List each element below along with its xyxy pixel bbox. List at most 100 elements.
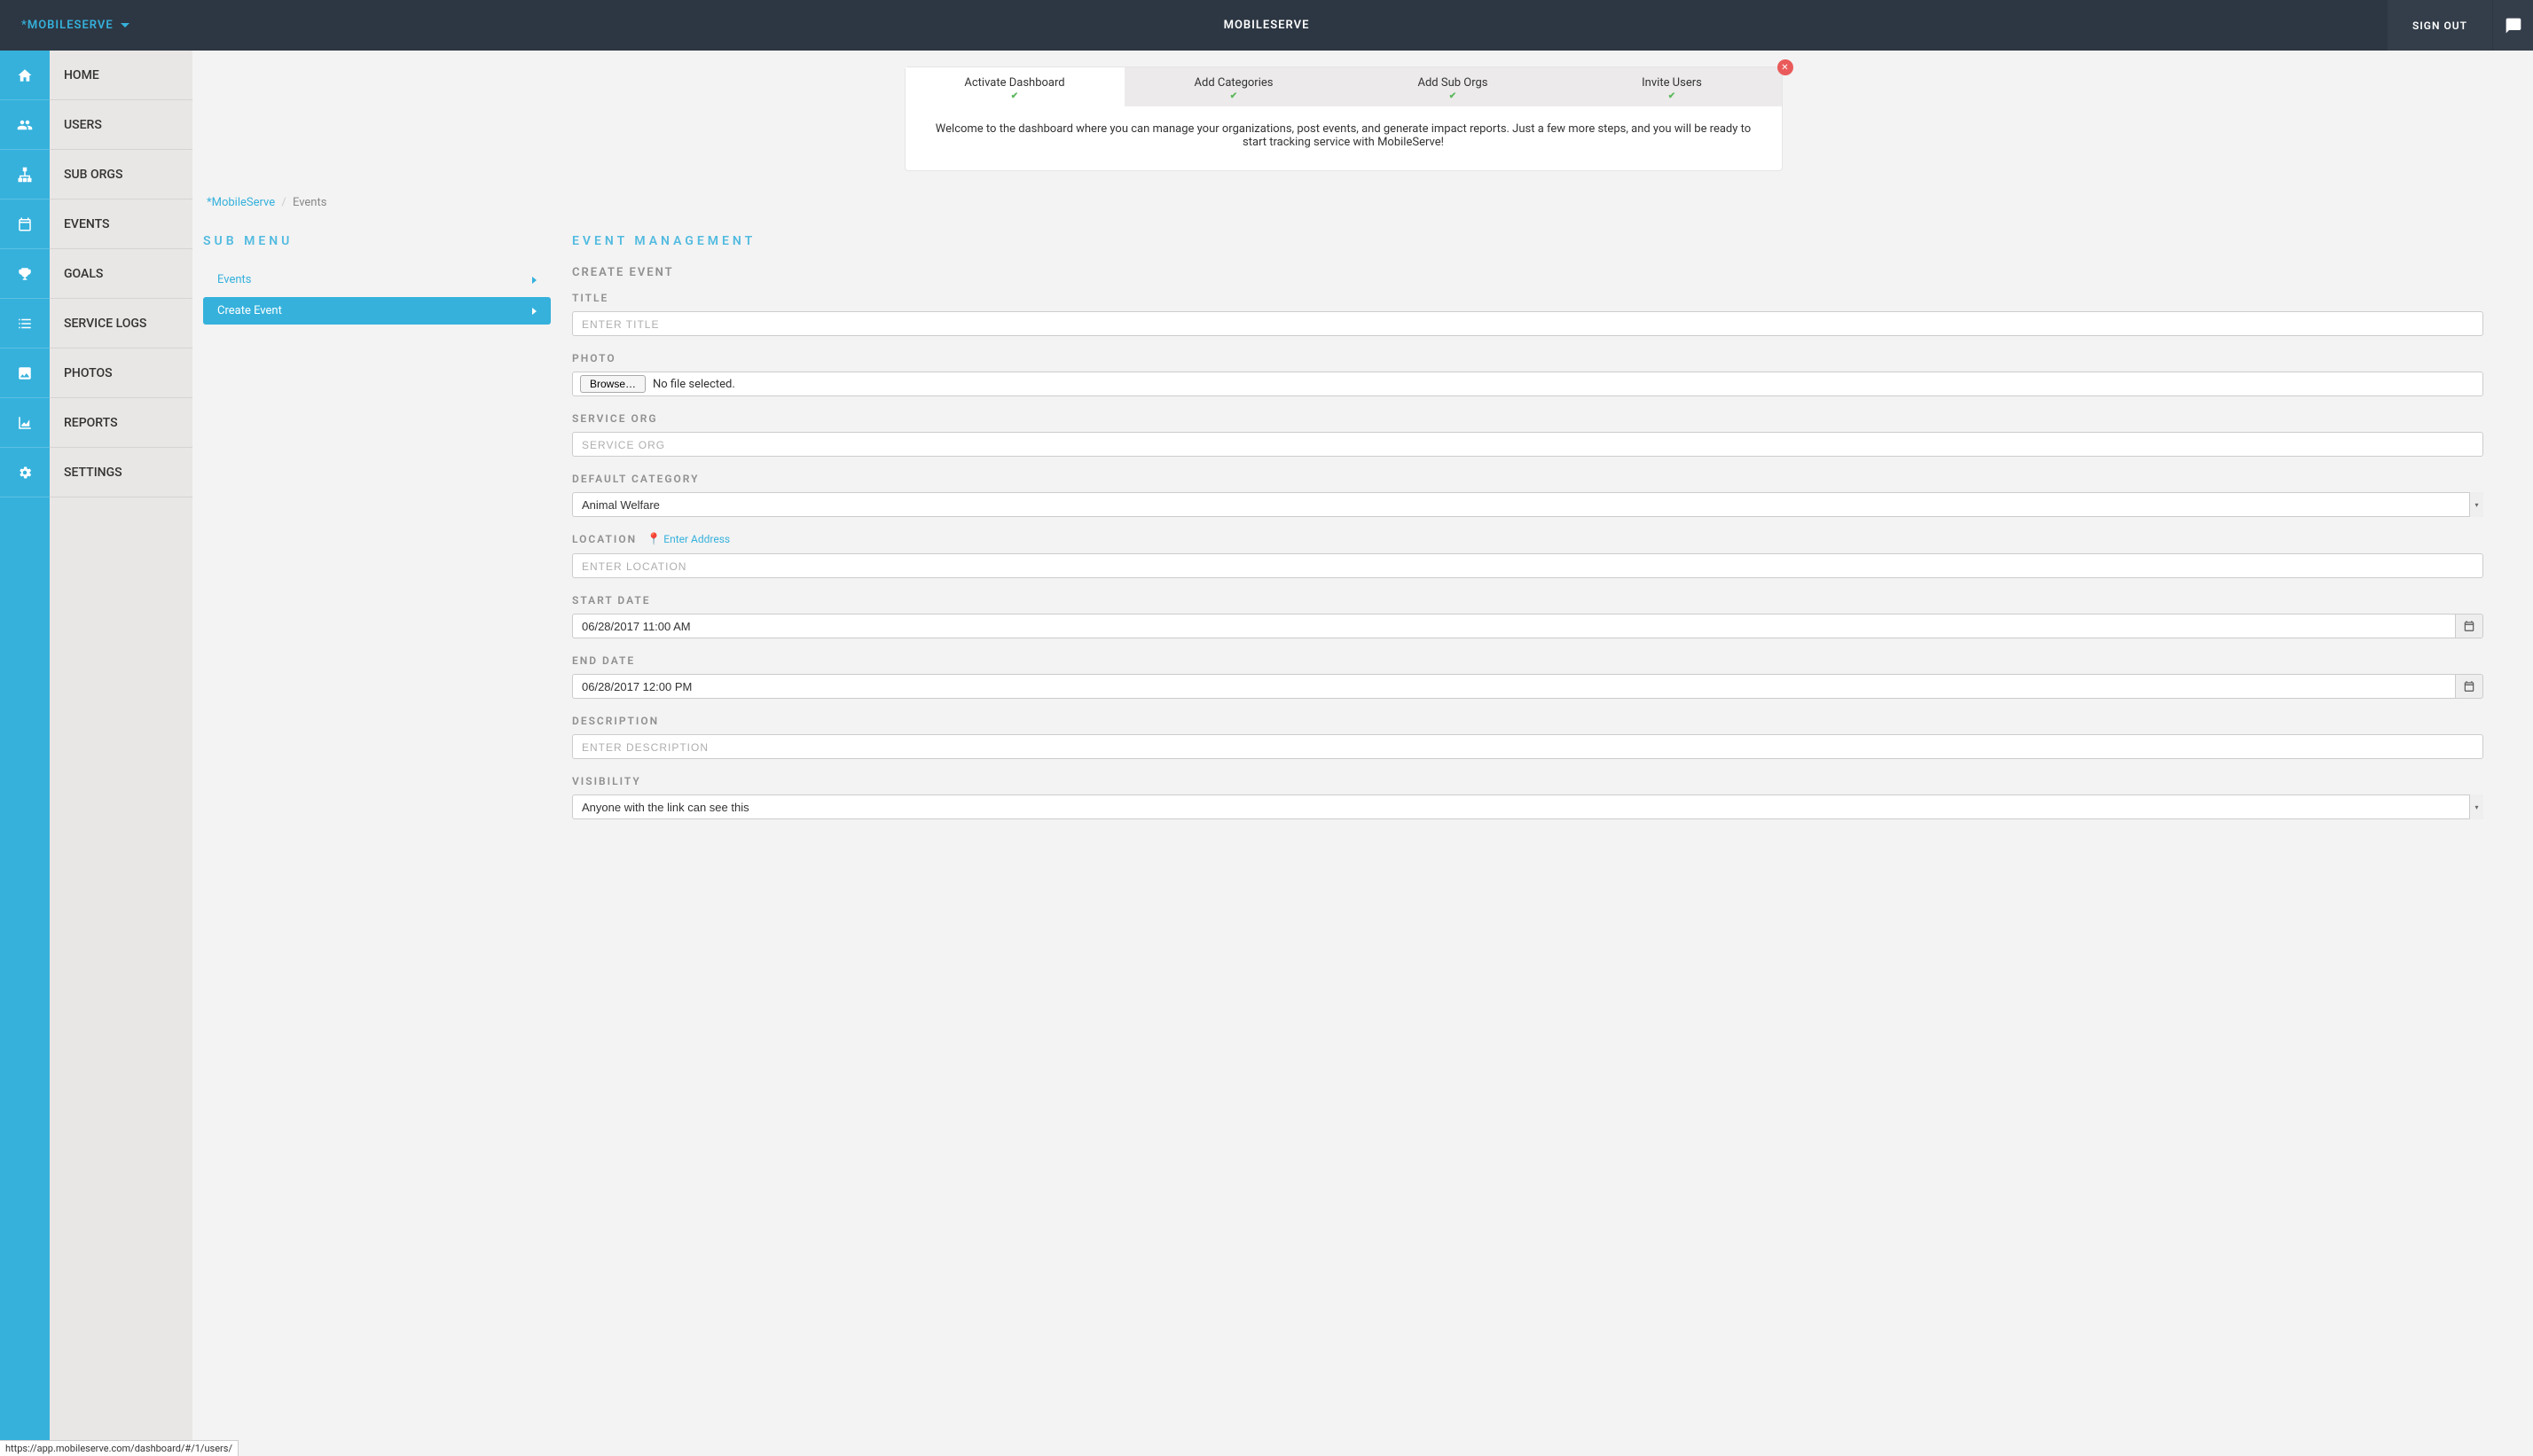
setup-card: ✕ Activate Dashboard ✔ Add Categories ✔ …: [905, 67, 1783, 171]
form-subtitle: CREATE EVENT: [572, 266, 2483, 279]
setup-tab-activate[interactable]: Activate Dashboard ✔: [906, 67, 1125, 106]
setup-tab-invite[interactable]: Invite Users ✔: [1563, 67, 1782, 106]
iconrail-photos[interactable]: [0, 348, 50, 398]
setup-tab-label: Activate Dashboard: [906, 76, 1125, 90]
default-category-label: DEFAULT CATEGORY: [572, 473, 2483, 485]
chat-icon: [2505, 17, 2522, 35]
sidebar-item-label: GOALS: [64, 267, 103, 281]
gear-icon: [17, 465, 33, 481]
chat-button[interactable]: [2492, 0, 2533, 51]
visibility-select[interactable]: Anyone with the link can see this: [572, 795, 2483, 819]
list-icon: [17, 316, 33, 332]
calendar-icon: [2463, 620, 2475, 632]
enter-address-link[interactable]: 📍 Enter Address: [647, 533, 730, 545]
form-area: EVENT MANAGEMENT CREATE EVENT TITLE PHOT…: [572, 234, 2483, 835]
description-label: DESCRIPTION: [572, 715, 2483, 727]
setup-tab-label: Add Sub Orgs: [1344, 76, 1563, 90]
breadcrumb-sep: /: [281, 196, 286, 209]
trophy-icon: [17, 266, 33, 282]
sidebar-item-photos[interactable]: PHOTOS: [50, 348, 192, 398]
sidebar-item-servicelogs[interactable]: SERVICE LOGS: [50, 299, 192, 348]
file-status: No file selected.: [653, 378, 735, 391]
setup-tab-suborgs[interactable]: Add Sub Orgs ✔: [1344, 67, 1563, 106]
icon-rail: [0, 51, 50, 1456]
sidebar-item-label: HOME: [64, 68, 99, 82]
sidebar-item-label: SUB ORGS: [64, 168, 122, 182]
check-icon: ✔: [1344, 91, 1563, 101]
home-icon: [17, 67, 33, 83]
end-date-input[interactable]: [572, 674, 2455, 699]
calendar-icon: [17, 216, 33, 232]
content-area: ✕ Activate Dashboard ✔ Add Categories ✔ …: [192, 51, 2533, 1456]
start-date-input[interactable]: [572, 614, 2455, 638]
close-icon: ✕: [1781, 63, 1788, 73]
setup-body-text: Welcome to the dashboard where you can m…: [906, 106, 1782, 170]
status-bar: https://app.mobileserve.com/dashboard/#/…: [0, 1440, 239, 1456]
form-heading: EVENT MANAGEMENT: [572, 234, 2483, 248]
title-input[interactable]: [572, 311, 2483, 336]
sidebar-item-events[interactable]: EVENTS: [50, 200, 192, 249]
sidebar-item-reports[interactable]: REPORTS: [50, 398, 192, 448]
iconrail-suborgs[interactable]: [0, 150, 50, 200]
sidebar-item-label: PHOTOS: [64, 366, 113, 380]
sidebar-item-label: USERS: [64, 118, 102, 132]
chevron-right-icon: [532, 277, 537, 284]
sidebar-item-goals[interactable]: GOALS: [50, 249, 192, 299]
end-date-label: END DATE: [572, 654, 2483, 667]
sign-out-button[interactable]: SIGN OUT: [2388, 0, 2492, 51]
close-setup-button[interactable]: ✕: [1777, 59, 1793, 75]
org-dropdown[interactable]: *MOBILESERVE: [21, 19, 129, 32]
sidebar-item-settings[interactable]: SETTINGS: [50, 448, 192, 497]
start-date-label: START DATE: [572, 594, 2483, 607]
submenu-heading: SUB MENU: [203, 234, 551, 248]
breadcrumb-current: Events: [293, 196, 326, 209]
submenu-item-label: Create Event: [217, 304, 282, 317]
sidebar-item-suborgs[interactable]: SUB ORGS: [50, 150, 192, 200]
sidebar: HOME USERS SUB ORGS EVENTS GOALS SERVICE…: [50, 51, 192, 1456]
location-label: LOCATION 📍 Enter Address: [572, 533, 2483, 546]
caret-down-icon: [121, 23, 129, 27]
iconrail-goals[interactable]: [0, 249, 50, 299]
description-input[interactable]: [572, 734, 2483, 759]
sidebar-item-home[interactable]: HOME: [50, 51, 192, 100]
browse-button[interactable]: Browse…: [580, 375, 646, 393]
check-icon: ✔: [1563, 91, 1782, 101]
chevron-right-icon: [532, 308, 537, 315]
breadcrumb-root[interactable]: *MobileServe: [207, 196, 275, 209]
service-org-label: SERVICE ORG: [572, 412, 2483, 425]
end-date-picker-button[interactable]: [2455, 674, 2483, 699]
calendar-icon: [2463, 680, 2475, 693]
iconrail-home[interactable]: [0, 51, 50, 100]
submenu: SUB MENU Events Create Event: [203, 234, 551, 835]
image-icon: [17, 365, 33, 381]
setup-tab-categories[interactable]: Add Categories ✔: [1125, 67, 1344, 106]
breadcrumb: *MobileServe / Events: [207, 196, 2483, 209]
photo-file-row: Browse… No file selected.: [572, 372, 2483, 396]
iconrail-events[interactable]: [0, 200, 50, 249]
photo-label: PHOTO: [572, 352, 2483, 364]
sitemap-icon: [17, 167, 33, 183]
default-category-select[interactable]: Animal Welfare: [572, 492, 2483, 517]
service-org-input[interactable]: [572, 432, 2483, 457]
header: *MOBILESERVE MOBILESERVE SIGN OUT: [0, 0, 2533, 51]
sidebar-item-label: EVENTS: [64, 217, 110, 231]
title-label: TITLE: [572, 292, 2483, 304]
map-pin-icon: 📍: [647, 533, 661, 546]
iconrail-servicelogs[interactable]: [0, 299, 50, 348]
setup-tab-label: Invite Users: [1563, 76, 1782, 90]
app-title: MOBILESERVE: [1224, 19, 1310, 32]
iconrail-reports[interactable]: [0, 398, 50, 448]
iconrail-users[interactable]: [0, 100, 50, 150]
check-icon: ✔: [1125, 91, 1344, 101]
iconrail-settings[interactable]: [0, 448, 50, 497]
sidebar-item-label: SERVICE LOGS: [64, 317, 146, 331]
sidebar-item-label: SETTINGS: [64, 466, 122, 480]
sidebar-item-users[interactable]: USERS: [50, 100, 192, 150]
submenu-item-events[interactable]: Events: [203, 266, 551, 294]
chart-icon: [17, 415, 33, 431]
check-icon: ✔: [906, 91, 1125, 101]
start-date-picker-button[interactable]: [2455, 614, 2483, 638]
submenu-item-create-event[interactable]: Create Event: [203, 297, 551, 325]
submenu-item-label: Events: [217, 273, 251, 286]
location-input[interactable]: [572, 553, 2483, 578]
